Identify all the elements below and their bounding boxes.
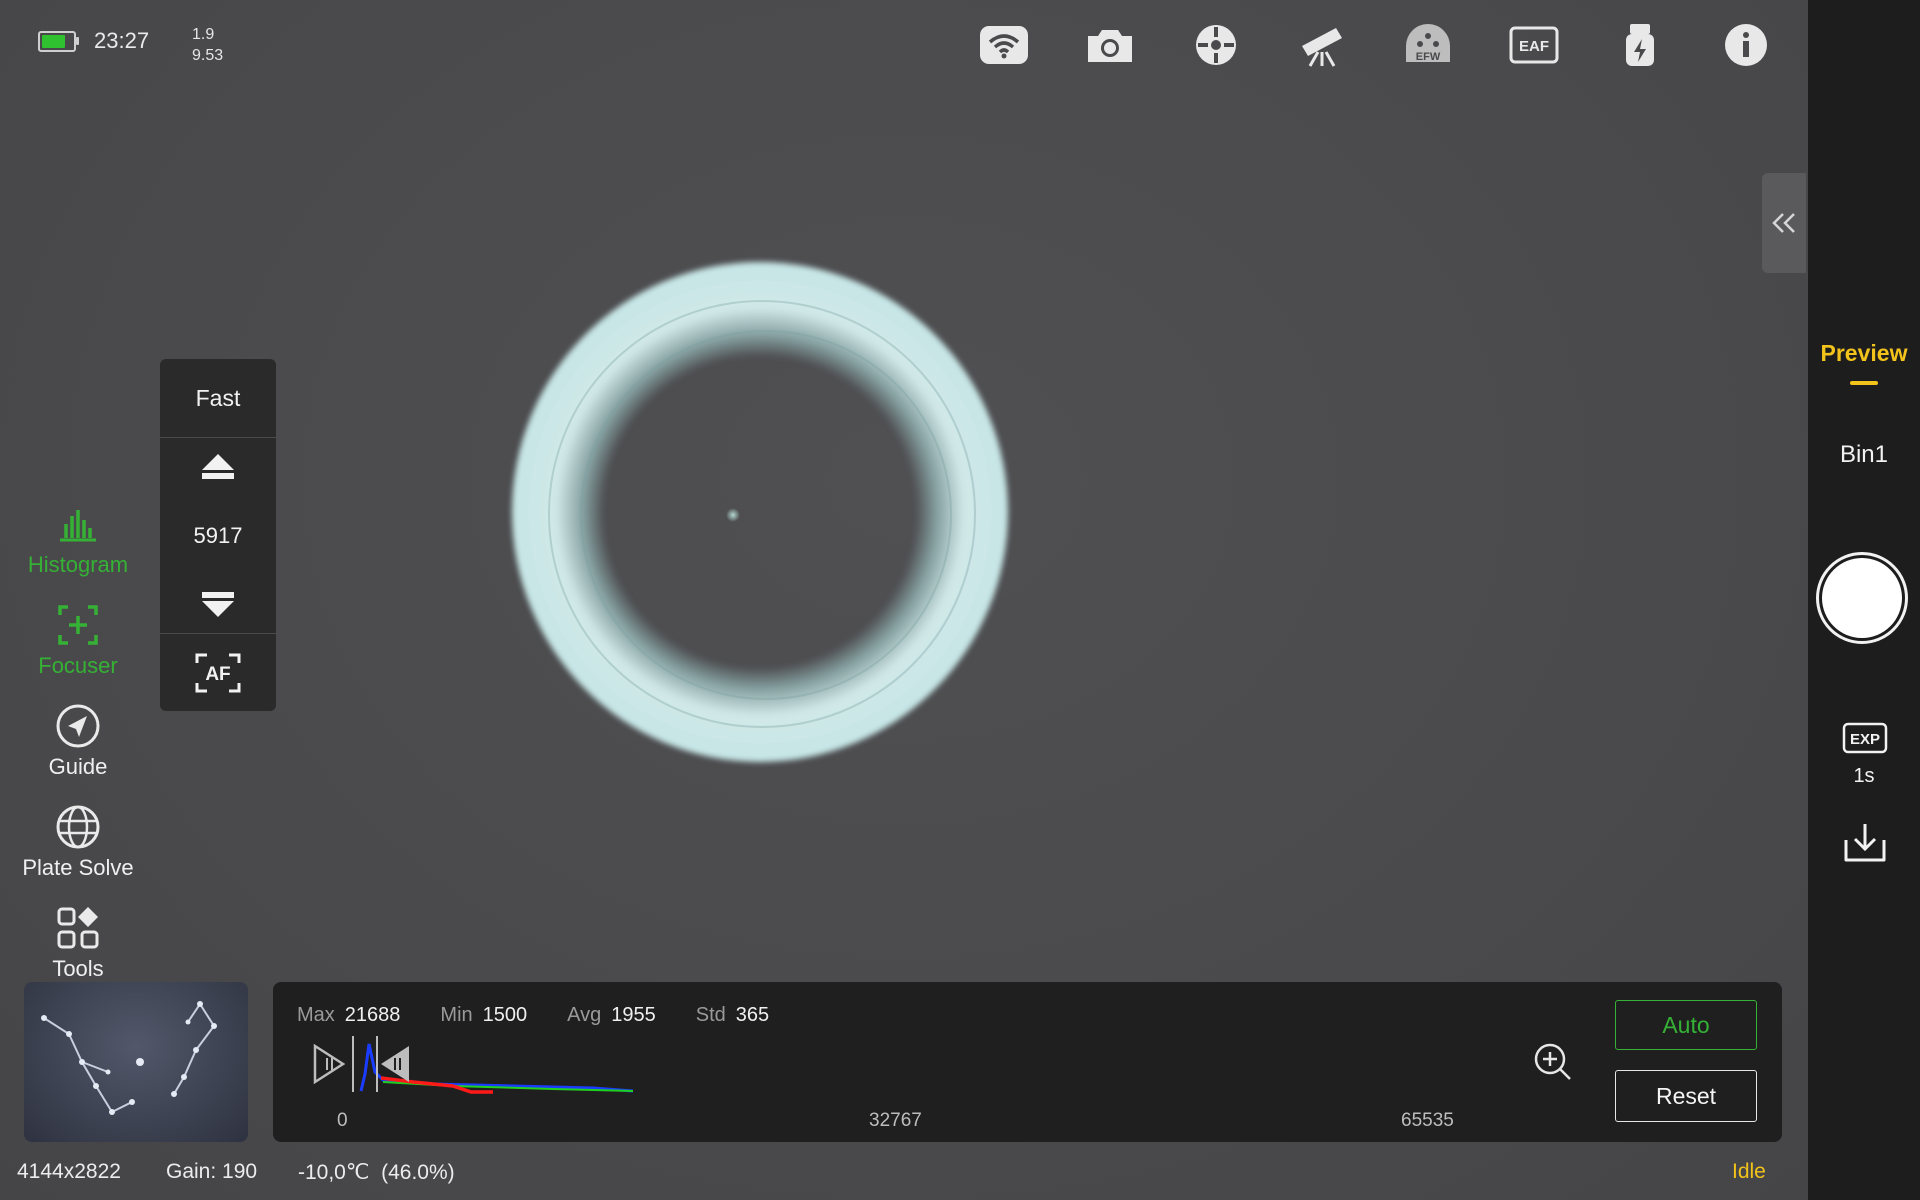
autofocus-label: AF bbox=[205, 664, 230, 685]
black-point-handle[interactable] bbox=[313, 1036, 354, 1092]
menu-item-tools[interactable]: Tools bbox=[0, 892, 156, 993]
camera-gain: Gain: 190 bbox=[166, 1160, 258, 1183]
histogram-graph bbox=[313, 1036, 634, 1094]
double-chevron-left-icon bbox=[1772, 213, 1795, 233]
status-bar: 23:27 bbox=[38, 28, 149, 54]
menu-label-guide: Guide bbox=[48, 753, 108, 779]
menu-label-tools: Tools bbox=[52, 955, 104, 981]
binning-selector[interactable]: Bin1 bbox=[1808, 441, 1920, 469]
collapse-panel-tab[interactable] bbox=[1762, 173, 1806, 273]
guide-icon bbox=[56, 704, 100, 747]
battery-icon bbox=[38, 30, 79, 52]
globe-icon bbox=[56, 805, 100, 848]
shutter-inner bbox=[1822, 558, 1902, 638]
usb-drive-icon[interactable] bbox=[1612, 20, 1668, 70]
image-resolution: 4144x2822 bbox=[17, 1160, 121, 1183]
max-value: 21688 bbox=[344, 1004, 401, 1026]
min-label: Min bbox=[440, 1004, 473, 1026]
metric-bottom: 9.53 bbox=[192, 47, 224, 64]
star-metrics: 1.9 9.53 bbox=[192, 24, 223, 66]
histogram-stats: Max 21688 Min 1500 Avg 1955 Std 365 bbox=[297, 1004, 809, 1027]
exposure-icon-label: EXP bbox=[1850, 731, 1880, 748]
efw-filter-wheel-icon[interactable]: EFW bbox=[1400, 20, 1456, 70]
left-menu: Histogram Focuser Guide Plate Solve Tool… bbox=[0, 488, 156, 993]
menu-item-plate-solve[interactable]: Plate Solve bbox=[0, 791, 156, 892]
top-toolbar: EFW EAF bbox=[926, 20, 1774, 70]
menu-label-plate-solve: Plate Solve bbox=[22, 854, 134, 880]
min-value: 1500 bbox=[482, 1004, 528, 1026]
focuser-icon bbox=[58, 604, 98, 645]
focus-down-icon[interactable] bbox=[200, 587, 236, 619]
menu-item-focuser[interactable]: Focuser bbox=[0, 589, 156, 690]
info-icon[interactable] bbox=[1718, 20, 1774, 70]
std-value: 365 bbox=[735, 1004, 770, 1026]
exposure-value[interactable]: 1s bbox=[1808, 765, 1920, 788]
tick-start: 0 bbox=[337, 1110, 348, 1131]
focus-up-icon[interactable] bbox=[200, 452, 236, 484]
avg-label: Avg bbox=[567, 1004, 602, 1026]
shutter-button[interactable] bbox=[1816, 552, 1908, 644]
star-map-thumbnail[interactable] bbox=[24, 982, 248, 1142]
camera-state: Idle bbox=[1732, 1160, 1766, 1183]
reset-button[interactable]: Reset bbox=[1615, 1070, 1757, 1122]
tick-end: 65535 bbox=[1401, 1110, 1454, 1131]
focuser-position: 5917 bbox=[193, 522, 243, 548]
battery-level bbox=[42, 34, 66, 48]
zoom-in-icon[interactable] bbox=[1533, 1042, 1573, 1082]
auto-stretch-button[interactable]: Auto bbox=[1615, 1000, 1757, 1050]
clock: 23:27 bbox=[94, 28, 150, 53]
focuser-speed-toggle[interactable]: Fast bbox=[160, 359, 276, 438]
eaf-focuser-icon[interactable]: EAF bbox=[1506, 20, 1562, 70]
autofocus-button[interactable]: AF bbox=[160, 634, 276, 711]
metric-top: 1.9 bbox=[192, 26, 215, 43]
sensor-temperature: -10,0℃ (46.0%) bbox=[298, 1161, 455, 1184]
menu-label-focuser: Focuser bbox=[38, 652, 118, 678]
autofocus-icon: AF bbox=[195, 653, 241, 693]
histogram-icon bbox=[60, 509, 96, 541]
wifi-icon[interactable] bbox=[976, 20, 1032, 70]
focuser-panel: Fast 5917 AF bbox=[160, 359, 276, 711]
eaf-label: EAF bbox=[1519, 38, 1549, 55]
menu-label-histogram: Histogram bbox=[27, 551, 129, 577]
std-label: Std bbox=[695, 1004, 726, 1026]
avg-value: 1955 bbox=[611, 1004, 656, 1026]
star-center bbox=[726, 508, 740, 522]
efw-label: EFW bbox=[1416, 51, 1441, 63]
mode-indicator bbox=[1850, 381, 1878, 385]
mount-crosshair-icon[interactable] bbox=[1188, 20, 1244, 70]
mode-preview[interactable]: Preview bbox=[1808, 340, 1920, 367]
max-label: Max bbox=[297, 1004, 335, 1026]
menu-item-histogram[interactable]: Histogram bbox=[0, 488, 156, 589]
download-icon[interactable] bbox=[1842, 820, 1888, 866]
telescope-icon[interactable] bbox=[1294, 20, 1350, 70]
camera-icon[interactable] bbox=[1082, 20, 1138, 70]
tick-mid: 32767 bbox=[869, 1110, 922, 1131]
focuser-move-controls: 5917 bbox=[160, 438, 276, 634]
constellation-map bbox=[41, 1001, 217, 1115]
menu-item-guide[interactable]: Guide bbox=[0, 690, 156, 791]
exposure-icon[interactable]: EXP bbox=[1842, 722, 1888, 754]
right-control-bar: Preview Bin1 EXP 1s bbox=[1808, 0, 1920, 1200]
histogram-panel: Max 21688 Min 1500 Avg 1955 Std 365 0 32… bbox=[273, 982, 1782, 1142]
star-diffraction-ring bbox=[580, 330, 952, 700]
tools-grid-icon bbox=[57, 906, 99, 948]
